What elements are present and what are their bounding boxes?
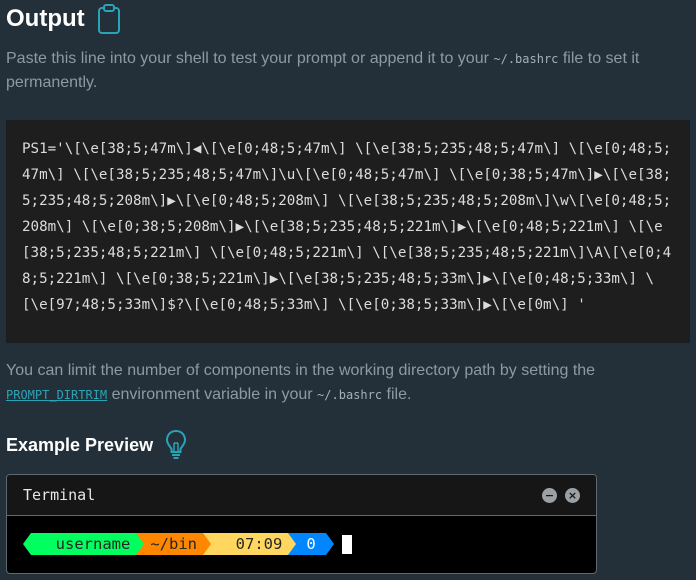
- user-segment: username: [31, 533, 137, 555]
- preview-title: Example Preview: [6, 434, 154, 455]
- time-segment: 07:09: [211, 533, 289, 555]
- separator-arrow-icon: [136, 533, 145, 555]
- time-text: 07:09: [235, 535, 283, 553]
- terminal-window-buttons: − ×: [542, 487, 580, 503]
- separator-arrow-icon: [203, 533, 211, 555]
- ps1-code-block[interactable]: PS1='\[\e[38;5;47m\]◀\[\e[0;48;5;47m\] \…: [6, 120, 690, 343]
- dir-text: ~/bin: [150, 535, 197, 553]
- dirtrim-text-middle: environment variable in your: [107, 386, 318, 403]
- status-text: 0: [306, 535, 316, 553]
- preview-header: Example Preview: [6, 426, 187, 464]
- terminal-title: Terminal: [23, 486, 96, 504]
- lightbulb-icon: [165, 429, 187, 461]
- separator-arrow-icon: [288, 533, 297, 555]
- intro-text: Paste this line into your shell to test …: [6, 50, 494, 67]
- clipboard-icon[interactable]: [97, 4, 121, 34]
- terminal-titlebar: Terminal − ×: [7, 475, 596, 516]
- terminal-cursor: [341, 534, 352, 554]
- status-segment: 0: [296, 533, 326, 555]
- prompt-preview: username ~/bin 07:09 0: [23, 533, 352, 555]
- minimize-button[interactable]: −: [542, 487, 557, 503]
- output-title: Output: [6, 5, 85, 32]
- bashrc-path-2: ~/.bashrc: [317, 388, 383, 402]
- left-cap-icon: [23, 533, 31, 555]
- ps1-code[interactable]: PS1='\[\e[38;5;47m\]◀\[\e[0;48;5;47m\] \…: [22, 136, 674, 318]
- close-button[interactable]: ×: [565, 487, 580, 503]
- bashrc-path: ~/.bashrc: [493, 52, 559, 66]
- terminal-preview: Terminal − × username ~/bin 07:09 0: [6, 474, 597, 574]
- end-arrow-icon: [325, 533, 334, 555]
- output-header: Output: [6, 2, 121, 36]
- dir-segment: ~/bin: [144, 533, 203, 555]
- prompt-dirtrim-link[interactable]: PROMPT_DIRTRIM: [6, 388, 107, 402]
- intro-paragraph: Paste this line into your shell to test …: [6, 47, 686, 95]
- dirtrim-paragraph: You can limit the number of components i…: [6, 359, 686, 407]
- dirtrim-text: You can limit the number of components i…: [6, 362, 596, 379]
- dirtrim-text-end: file.: [382, 386, 412, 403]
- username-text: username: [55, 535, 131, 553]
